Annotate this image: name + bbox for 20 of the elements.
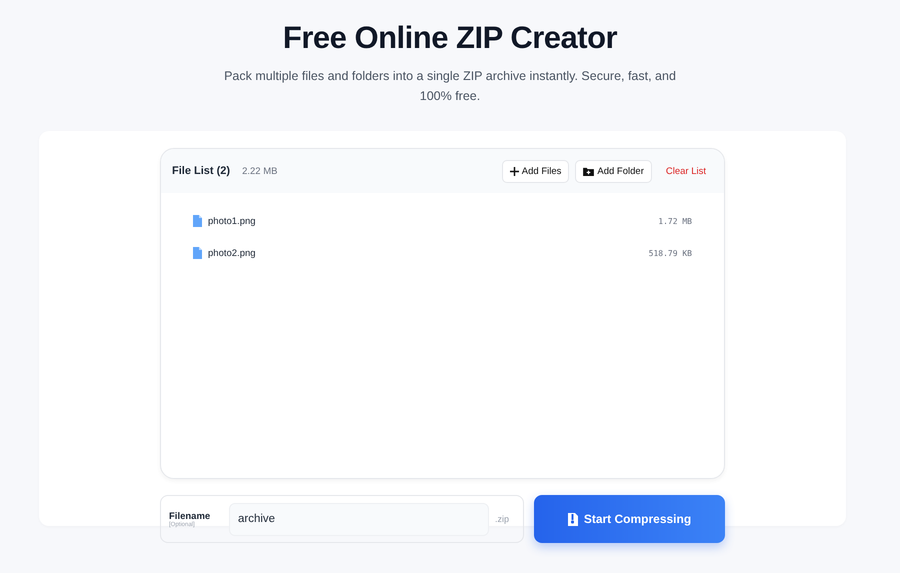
plus-icon [510,166,519,176]
file-extension: .zip [495,514,510,524]
file-name: photo2.png [208,248,256,258]
zip-file-icon [568,512,578,526]
add-folder-button[interactable]: Add Folder [575,160,652,182]
file-icon [193,247,202,259]
start-compressing-button[interactable]: Start Compressing [534,495,725,543]
page-subtitle: Pack multiple files and folders into a single ZIP archive instantly. Secure, fast, and 100% free. [223,68,677,105]
filename-field[interactable]: archive [229,502,489,536]
folder-plus-icon [583,166,594,176]
file-name: photo1.png [208,216,256,226]
page-title: Free Online ZIP Creator [282,20,618,56]
clear-list-button[interactable]: Clear List [658,166,706,176]
file-size: 1.72 MB [658,216,692,226]
filename-label: Filename [169,510,212,522]
add-files-button[interactable]: Add Files [502,160,570,182]
total-size: 2.22 MB [242,166,278,176]
file-icon [193,215,202,227]
file-list-title: File List (2) [172,165,230,177]
file-size: 518.79 KB [648,248,692,258]
